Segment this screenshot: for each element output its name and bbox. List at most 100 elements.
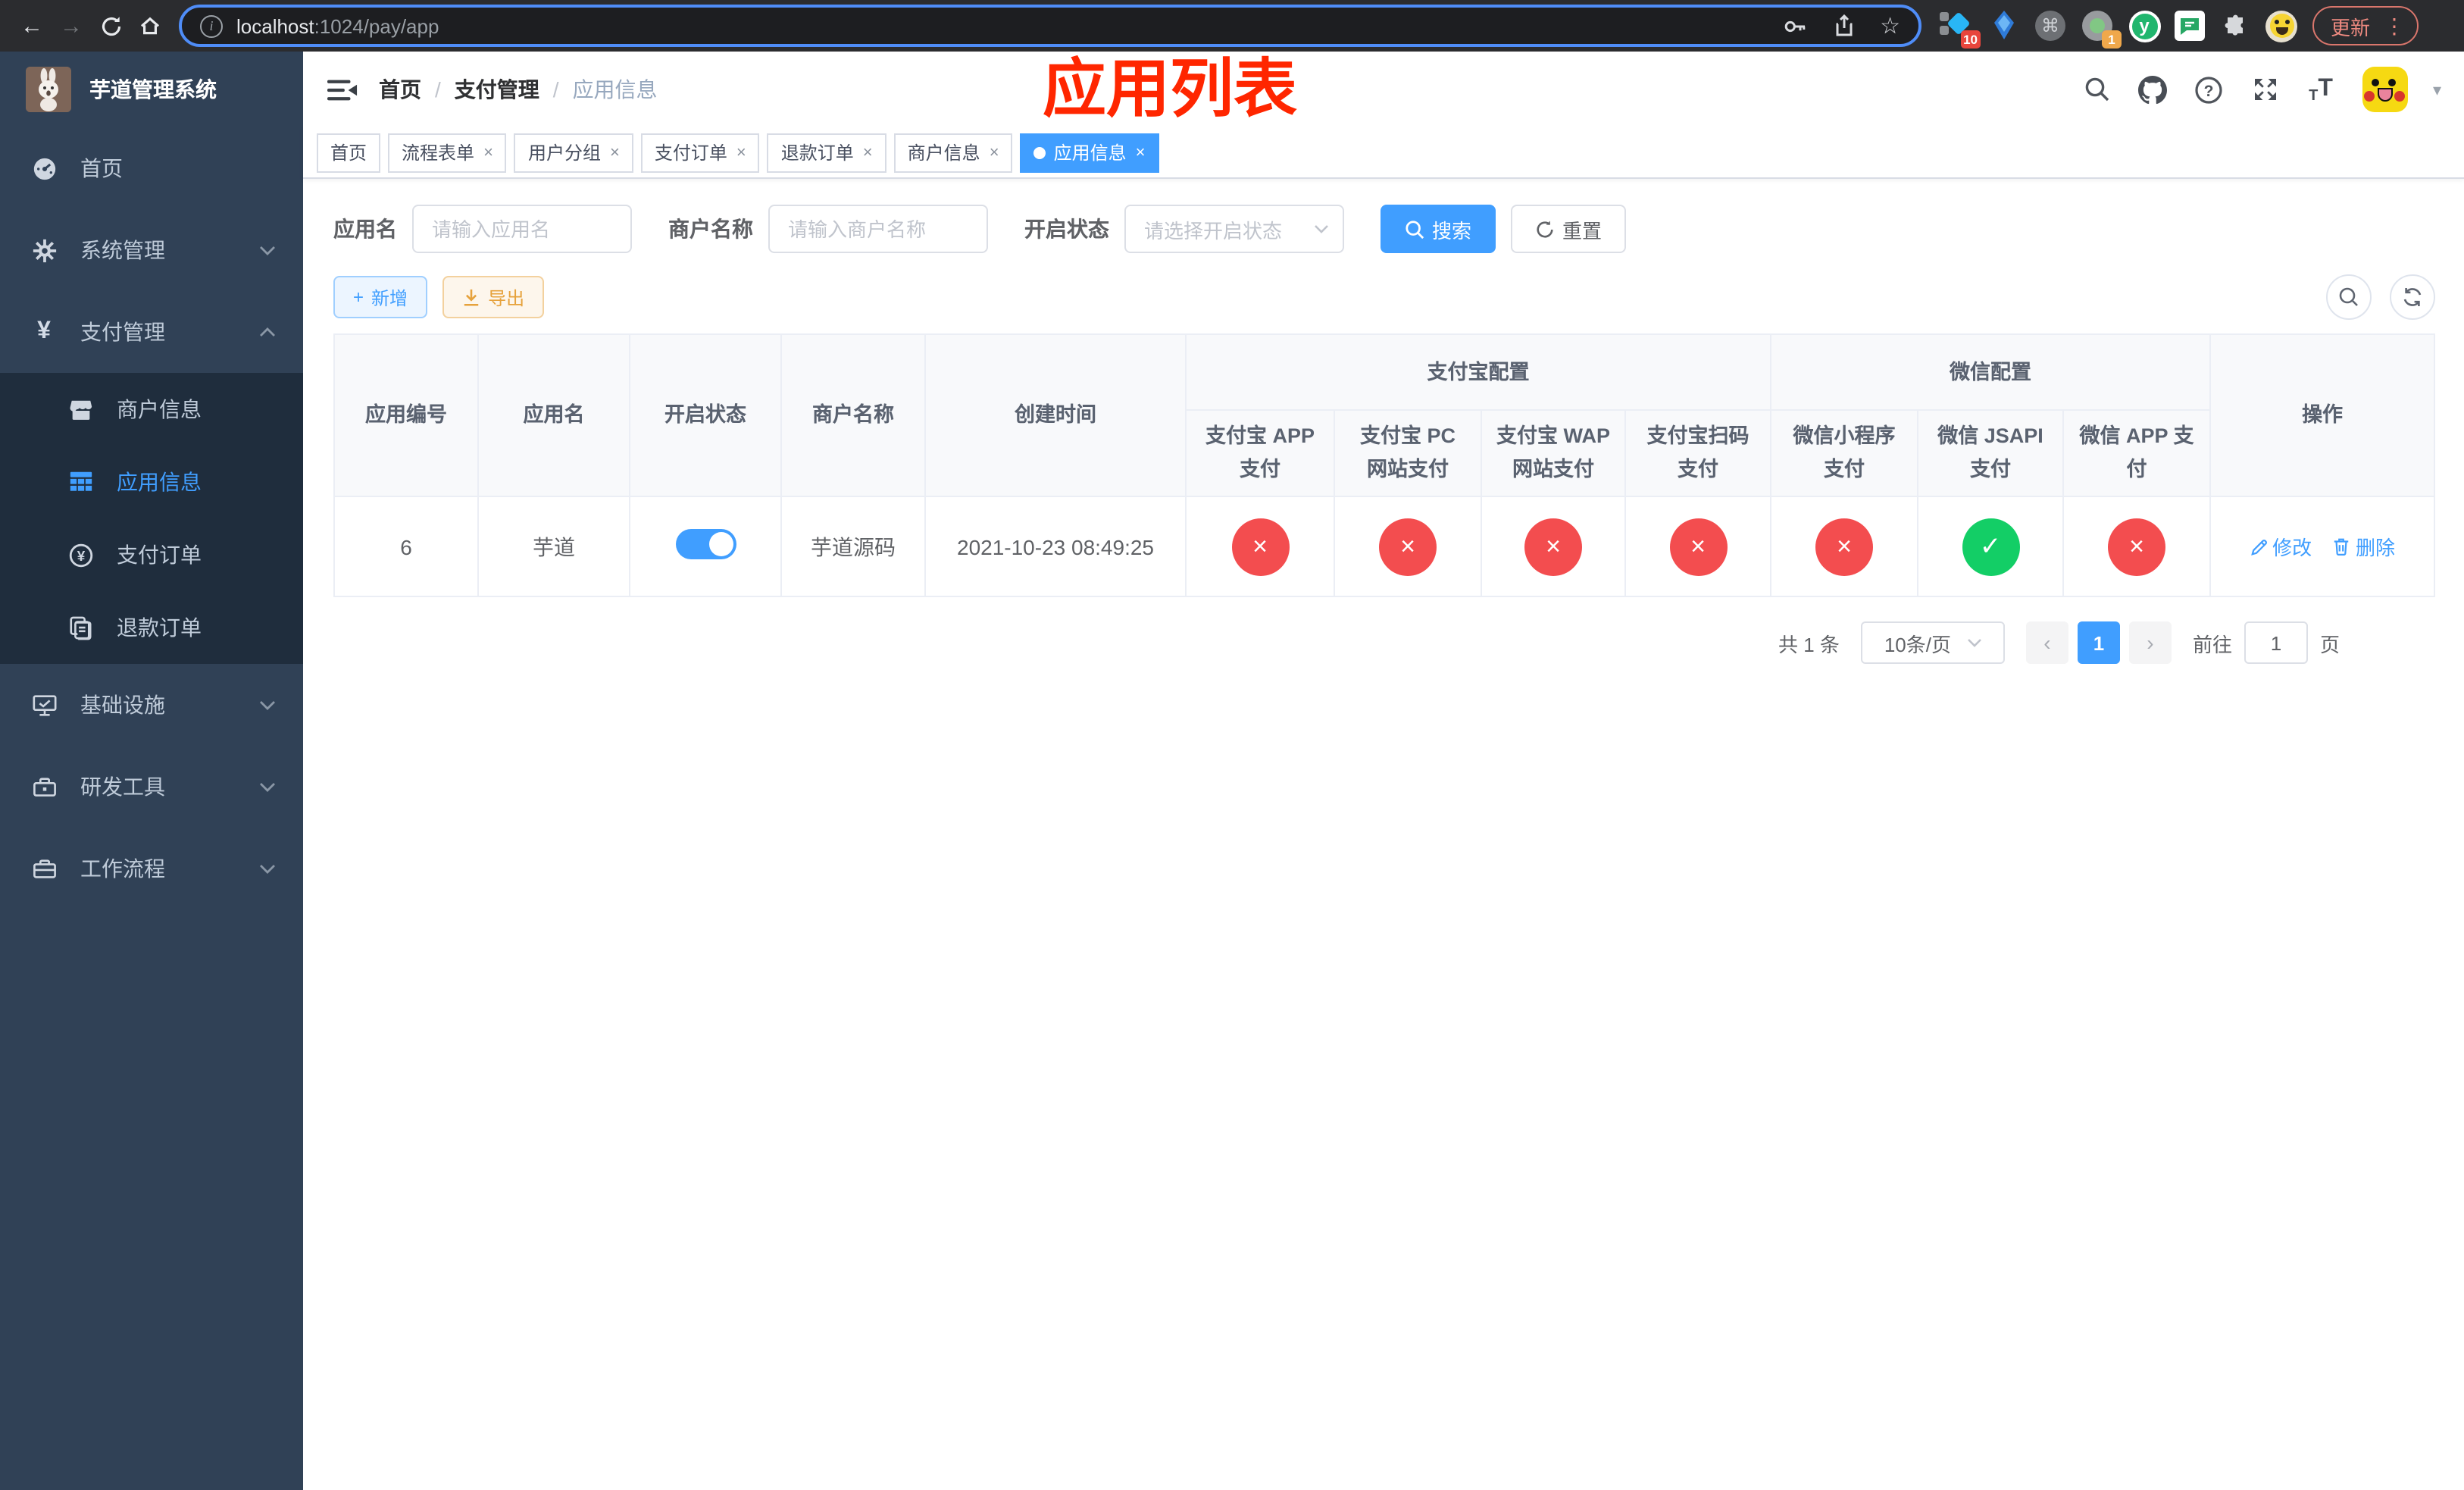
chevron-up-icon <box>259 327 276 337</box>
tab-merchant-info[interactable]: 商户信息 × <box>893 133 1013 172</box>
breadcrumb-home[interactable]: 首页 <box>379 74 421 105</box>
bookmark-star-icon[interactable]: ☆ <box>1880 12 1900 39</box>
plus-icon: + <box>353 286 364 308</box>
close-icon[interactable]: × <box>863 143 873 161</box>
profile-avatar-icon[interactable] <box>2265 10 2297 42</box>
payment-submenu: 商户信息 应用信息 ¥ 支付订单 退款订单 <box>0 373 303 664</box>
status-select[interactable]: 请选择开启状态 <box>1124 205 1344 253</box>
extension-chat-icon[interactable] <box>2175 11 2205 41</box>
header-search-icon[interactable] <box>2081 74 2112 105</box>
browser-extensions: 10 ⌘ 1 y <box>1940 9 2297 49</box>
page-size-select[interactable]: 10条/页 <box>1860 621 2005 664</box>
screen: ← → i localhost:1024/pay/app ☆ 10 ⌘ 1 y … <box>0 0 2464 1490</box>
extension-gem-icon[interactable] <box>1987 9 2020 42</box>
home-icon[interactable] <box>130 6 170 45</box>
sidebar-item-merchant-info[interactable]: 商户信息 <box>0 373 303 446</box>
app-name-input[interactable] <box>412 205 632 253</box>
close-icon[interactable]: × <box>990 143 999 161</box>
fullscreen-icon[interactable] <box>2250 74 2280 105</box>
sidebar-item-system[interactable]: 系统管理 <box>0 209 303 291</box>
browser-update-button[interactable]: 更新 ⋮ <box>2312 6 2419 45</box>
sidebar-item-pay-order[interactable]: ¥ 支付订单 <box>0 518 303 591</box>
edit-button[interactable]: 修改 <box>2250 533 2312 562</box>
merchant-name-input[interactable] <box>768 205 988 253</box>
tab-app-info[interactable]: 应用信息 × <box>1020 133 1159 172</box>
toggle-search-button[interactable] <box>2326 274 2372 320</box>
breadcrumb-payment[interactable]: 支付管理 <box>455 74 539 105</box>
prev-page-button[interactable]: ‹ <box>2025 621 2068 664</box>
app-title: 芋道管理系统 <box>89 77 217 102</box>
export-button[interactable]: 导出 <box>442 276 545 318</box>
extension-circle-icon[interactable]: 1 <box>2081 9 2122 49</box>
col-merchant: 商户名称 <box>780 333 926 497</box>
table-row: 6 芋道 芋道源码 2021-10-23 08:49:25 × × × × × <box>333 496 2436 597</box>
top-navbar: 首页 / 支付管理 / 应用信息 应用列表 ? T T ▾ <box>303 52 2464 127</box>
avatar-caret-icon[interactable]: ▾ <box>2433 80 2441 99</box>
col-wechat-mini: 微信小程序支付 <box>1770 409 1918 497</box>
close-icon[interactable]: × <box>610 143 620 161</box>
extension-command-icon[interactable]: ⌘ <box>2034 9 2067 42</box>
total-count: 共 1 条 <box>1778 633 1840 656</box>
sidebar-item-app-info[interactable]: 应用信息 <box>0 446 303 518</box>
svg-text:¥: ¥ <box>77 548 85 564</box>
github-icon[interactable] <box>2137 74 2168 105</box>
tab-home[interactable]: 首页 <box>317 133 381 172</box>
back-icon[interactable]: ← <box>12 6 52 45</box>
browser-toolbar: ← → i localhost:1024/pay/app ☆ 10 ⌘ 1 y … <box>0 0 2464 52</box>
extension-y-icon[interactable]: y <box>2128 9 2161 42</box>
reload-icon[interactable] <box>91 6 130 45</box>
collapse-sidebar-icon[interactable] <box>327 77 358 102</box>
tab-refund-order[interactable]: 退款订单 × <box>767 133 886 172</box>
sidebar-item-payment[interactable]: ¥ 支付管理 <box>0 291 303 373</box>
cell-app-name: 芋道 <box>477 496 630 597</box>
svg-text:?: ? <box>2204 82 2214 99</box>
sidebar-item-home[interactable]: 首页 <box>0 127 303 209</box>
search-button[interactable]: 搜索 <box>1381 205 1496 253</box>
sidebar-item-infrastructure[interactable]: 基础设施 <box>0 664 303 746</box>
delete-button[interactable]: 删除 <box>2333 532 2395 561</box>
site-info-icon[interactable]: i <box>200 14 223 37</box>
col-actions: 操作 <box>2209 333 2436 497</box>
tab-process-form[interactable]: 流程表单 × <box>388 133 507 172</box>
close-icon[interactable]: × <box>1136 143 1146 161</box>
goto-page-input[interactable] <box>2244 621 2308 664</box>
sidebar-item-workflow[interactable]: 工作流程 <box>0 828 303 909</box>
sidebar-item-refund-order[interactable]: 退款订单 <box>0 591 303 664</box>
sidebar: 芋道管理系统 首页 系统管理 ¥ 支付管理 商户信息 应用信息 ¥ 支付订单 退… <box>0 52 303 1490</box>
font-size-icon[interactable]: TT <box>2306 74 2336 105</box>
chevron-down-icon <box>259 781 276 792</box>
col-alipay-qr: 支付宝扫码支付 <box>1624 409 1771 497</box>
user-avatar[interactable] <box>2362 67 2407 112</box>
app-table: 应用编号 应用名 开启状态 商户名称 创建时间 支付宝配置 微信配置 操作 支付… <box>333 333 2436 597</box>
close-icon[interactable]: × <box>483 143 493 161</box>
tab-pay-order[interactable]: 支付订单 × <box>640 133 760 172</box>
group-wechat-config: 微信配置 <box>1769 333 2212 411</box>
reset-button[interactable]: 重置 <box>1511 205 1627 253</box>
table-toolbar: + 新增 导出 <box>333 274 2436 320</box>
toolbox-icon <box>30 774 58 800</box>
tab-user-group[interactable]: 用户分组 × <box>514 133 633 172</box>
col-alipay-wap: 支付宝 WAP 网站支付 <box>1481 409 1626 497</box>
breadcrumb: 首页 / 支付管理 / 应用信息 <box>379 74 658 105</box>
browser-menu-icon[interactable]: ⋮ <box>2378 13 2411 39</box>
status-toggle[interactable] <box>675 529 736 559</box>
close-icon[interactable]: × <box>736 143 746 161</box>
refresh-button[interactable] <box>2390 274 2436 320</box>
help-icon[interactable]: ? <box>2194 74 2224 105</box>
col-wechat-jsapi: 微信 JSAPI 支付 <box>1917 409 2064 497</box>
add-button[interactable]: + 新增 <box>333 276 428 318</box>
search-form: 应用名 商户名称 开启状态 请选择开启状态 搜索 <box>333 205 2435 253</box>
address-bar[interactable]: i localhost:1024/pay/app ☆ <box>179 5 1921 47</box>
password-key-icon[interactable] <box>1781 13 1807 39</box>
documents-icon <box>67 615 94 640</box>
forward-icon[interactable]: → <box>52 6 91 45</box>
next-page-button[interactable]: › <box>2128 621 2172 664</box>
extensions-puzzle-icon[interactable] <box>2219 9 2252 42</box>
share-icon[interactable] <box>1831 14 1856 38</box>
extension-diamond-icon[interactable]: 10 <box>1940 9 1981 49</box>
yuan-circle-icon: ¥ <box>67 542 94 568</box>
pagination: 共 1 条 10条/页 ‹ 1 › 前往 页 <box>333 621 2434 664</box>
shop-icon <box>67 396 94 422</box>
sidebar-item-dev-tools[interactable]: 研发工具 <box>0 746 303 828</box>
current-page-button[interactable]: 1 <box>2077 621 2120 664</box>
